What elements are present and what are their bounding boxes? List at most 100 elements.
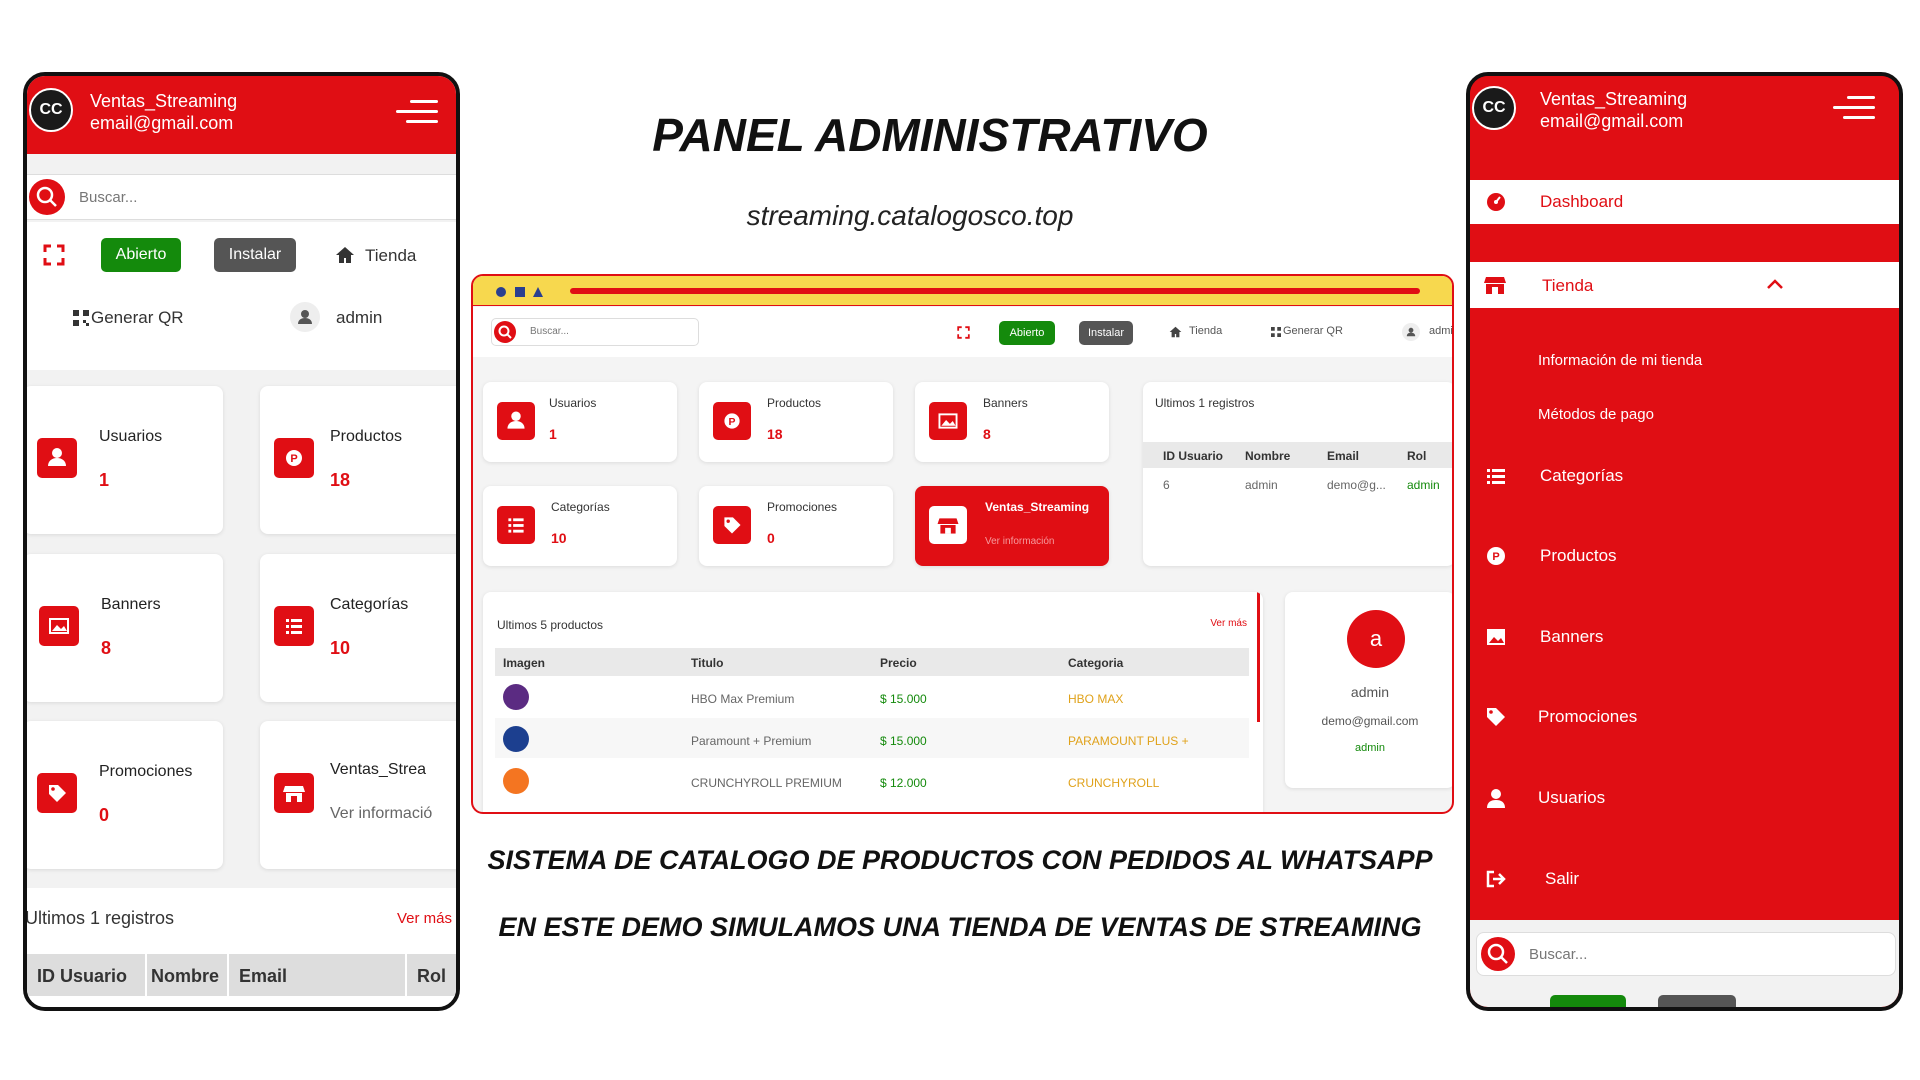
headline: PANEL ADMINISTRATIVO	[652, 109, 1208, 161]
toolbar-panel: Abierto Instalar Tienda Generar QR admin	[27, 222, 456, 370]
user-icon	[497, 402, 535, 440]
submenu-payment-methods[interactable]: Métodos de pago	[1538, 406, 1654, 423]
tag-icon	[1487, 708, 1505, 726]
product-thumbnail	[503, 768, 529, 794]
product-icon: P	[713, 402, 751, 440]
install-button[interactable]: Instalar	[1079, 321, 1133, 345]
records-see-more-link[interactable]: Ver más	[397, 910, 452, 927]
stat-card-users[interactable]: Usuarios 1	[483, 382, 677, 462]
cell-role: admin	[1407, 478, 1440, 492]
stat-value: 1	[549, 426, 557, 442]
stat-label: Usuarios	[99, 428, 163, 445]
store-card-link[interactable]: Ver informació	[330, 805, 432, 823]
generate-qr-link[interactable]: Generar QR	[91, 308, 184, 328]
product-thumbnail	[503, 684, 529, 710]
stat-label: Promociones	[99, 763, 193, 780]
search-icon[interactable]	[1481, 937, 1515, 971]
scrollbar[interactable]	[1257, 592, 1260, 722]
stat-card-categories[interactable]: Categorías 10	[483, 486, 677, 566]
stat-card-banners[interactable]: Banners 8	[915, 382, 1109, 462]
store-name: Ventas_Streaming	[1540, 89, 1688, 109]
store-icon	[274, 773, 314, 813]
browser-mockup: Buscar... Abierto Instalar Tienda Genera…	[471, 274, 1454, 814]
col-role: Rol	[1407, 449, 1427, 463]
menu-item-store[interactable]: Tienda	[1470, 262, 1899, 308]
search-bar[interactable]: Buscar...	[27, 174, 456, 220]
col-id: ID Usuario	[37, 966, 128, 986]
cell-category: CRUNCHYROLL	[1068, 776, 1160, 790]
search-panel: Buscar...	[1470, 920, 1899, 1007]
col-email: Email	[239, 966, 288, 986]
col-id: ID Usuario	[1163, 449, 1224, 463]
fullscreen-icon[interactable]	[957, 326, 970, 339]
open-status-button[interactable]: Abierto	[101, 238, 181, 272]
user-name[interactable]: admin	[336, 308, 382, 328]
stat-value: 8	[101, 638, 112, 658]
phone-header: CC Ventas_Streaming email@gmail.com	[1470, 76, 1899, 154]
cell-title: Paramount + Premium	[691, 734, 812, 748]
generate-qr-link[interactable]: Generar QR	[1283, 325, 1343, 337]
menu-label: Dashboard	[1540, 192, 1624, 211]
stat-card-categories[interactable]: Categorías 10	[260, 554, 456, 702]
records-title: Ultimos 1 registros	[1155, 396, 1255, 410]
menu-label: Banners	[1540, 627, 1604, 646]
user-name[interactable]: admin	[1429, 325, 1452, 337]
stat-card-promotions[interactable]: Promociones 0	[27, 721, 223, 869]
store-link[interactable]: Tienda	[1189, 325, 1222, 337]
search-icon[interactable]	[494, 321, 516, 343]
records-panel: Ultimos 1 registros Ver más ID Usuario N…	[25, 888, 456, 1007]
search-bar[interactable]: Buscar...	[1476, 932, 1896, 976]
browser-titlebar	[473, 276, 1452, 306]
stat-value: 0	[767, 530, 775, 546]
tag-icon	[37, 773, 77, 813]
stat-card-users[interactable]: Usuarios 1	[27, 386, 223, 534]
search-input[interactable]: Buscar...	[530, 326, 569, 337]
user-avatar-icon[interactable]	[1402, 323, 1420, 341]
fullscreen-icon[interactable]	[43, 244, 65, 266]
install-button[interactable]: Instalar	[214, 238, 296, 272]
qr-icon	[1271, 327, 1281, 337]
image-icon	[929, 402, 967, 440]
dashboard-icon	[1487, 193, 1505, 211]
store-info-card[interactable]: Ventas_Strea Ver informació	[260, 721, 456, 869]
site-url: streaming.catalogosco.top	[746, 200, 1074, 231]
stat-card-products[interactable]: P Productos 18	[699, 382, 893, 462]
image-icon	[39, 606, 79, 646]
install-button-partial[interactable]	[1658, 995, 1736, 1007]
store-card-link[interactable]: Ver información	[985, 536, 1054, 547]
search-input[interactable]: Buscar...	[1529, 946, 1587, 963]
stat-label: Productos	[767, 396, 822, 410]
profile-avatar: a	[1347, 610, 1405, 668]
menu-item-dashboard[interactable]: Dashboard	[1470, 180, 1899, 224]
home-icon	[1169, 326, 1182, 338]
search-input[interactable]: Buscar...	[79, 189, 137, 206]
phone-header: CC Ventas_Streaming email@gmail.com	[27, 76, 456, 154]
chevron-up-icon[interactable]	[1766, 278, 1784, 290]
products-table-header	[495, 648, 1249, 676]
stat-card-products[interactable]: P Productos 18	[260, 386, 456, 534]
menu-label: Usuarios	[1538, 788, 1606, 807]
open-status-button-partial[interactable]	[1550, 995, 1626, 1007]
col-email: Email	[1327, 449, 1360, 463]
products-see-more-link[interactable]: Ver más	[1210, 618, 1247, 629]
stat-card-banners[interactable]: Banners 8	[27, 554, 223, 702]
store-link[interactable]: Tienda	[365, 246, 416, 266]
product-icon: P	[1487, 547, 1505, 565]
svg-text:P: P	[290, 453, 297, 465]
search-bar[interactable]: Buscar...	[491, 318, 699, 346]
list-icon	[497, 506, 535, 544]
records-title: Ultimos 1 registros	[25, 908, 175, 928]
open-status-button[interactable]: Abierto	[999, 321, 1055, 345]
footer-line-2: EN ESTE DEMO SIMULAMOS UNA TIENDA DE VEN…	[498, 912, 1422, 942]
user-avatar-icon[interactable]	[290, 302, 320, 332]
submenu-store-info[interactable]: Información de mi tienda	[1538, 352, 1702, 369]
search-icon[interactable]	[29, 179, 65, 215]
hamburger-menu-icon[interactable]	[396, 100, 438, 124]
profile-role: admin	[1355, 742, 1385, 754]
menu-label: Categorías	[1540, 466, 1624, 485]
store-info-card[interactable]: Ventas_Streaming Ver información	[915, 486, 1109, 566]
hamburger-menu-icon[interactable]	[1833, 96, 1875, 120]
user-icon	[1487, 789, 1505, 808]
header-identity: Ventas_Streaming email@gmail.com	[1540, 88, 1687, 132]
stat-card-promotions[interactable]: Promociones 0	[699, 486, 893, 566]
